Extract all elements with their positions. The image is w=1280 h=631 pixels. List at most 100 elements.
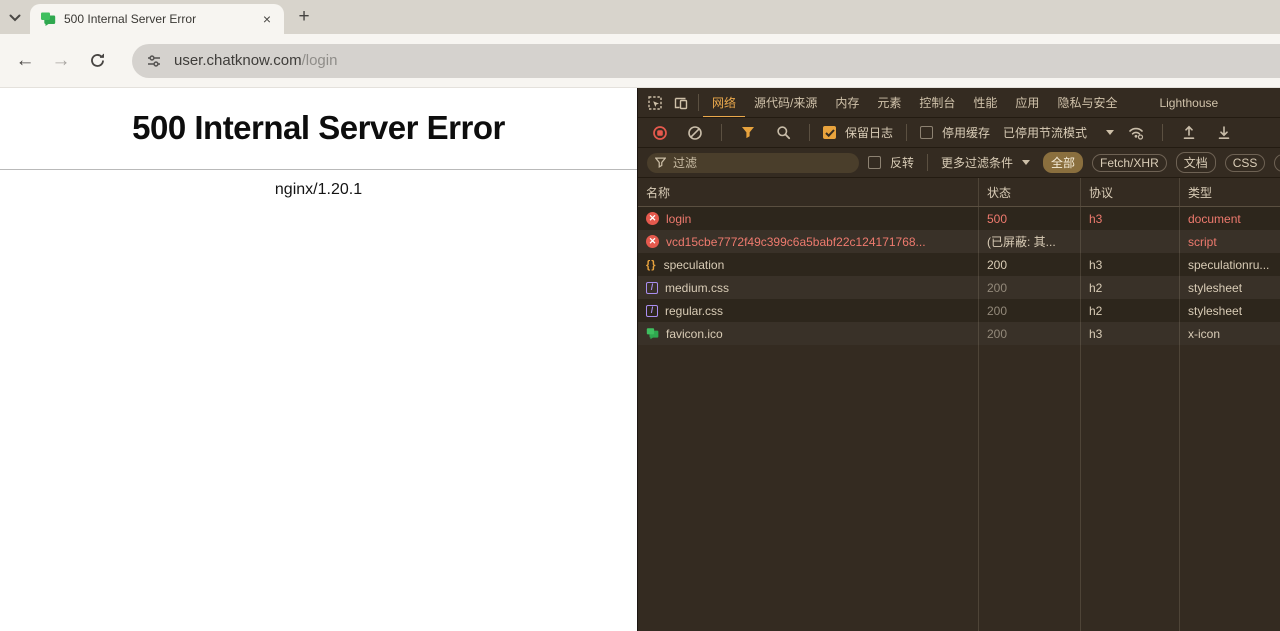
device-toolbar-button[interactable]: [668, 90, 694, 116]
server-version: nginx/1.20.1: [0, 181, 637, 199]
preserve-log-label[interactable]: 保留日志: [845, 124, 893, 141]
request-status: 200: [979, 276, 1081, 299]
stylesheet-icon: /: [646, 305, 658, 317]
column-header-name[interactable]: 名称: [638, 178, 979, 206]
table-row[interactable]: favicon.ico 200 h3 x-icon: [638, 322, 1280, 345]
devtools-tab-network[interactable]: 网络: [703, 88, 745, 118]
import-har-icon[interactable]: [1176, 120, 1202, 146]
chevron-down-icon[interactable]: [1106, 130, 1114, 135]
search-icon[interactable]: [770, 120, 796, 146]
devtools-tab-elements[interactable]: 元素: [868, 88, 910, 118]
disable-cache-checkbox[interactable]: [920, 126, 933, 139]
forward-button: →: [46, 46, 76, 76]
divider: [721, 124, 722, 141]
preserve-log-checkbox[interactable]: [823, 126, 836, 139]
divider: [906, 124, 907, 141]
request-name: medium.css: [665, 281, 729, 295]
network-filter-bar: 反转 更多过滤条件 全部 Fetch/XHR 文档 CSS JS: [638, 148, 1280, 178]
request-type: stylesheet: [1180, 276, 1280, 299]
tab-close-icon[interactable]: ×: [258, 10, 276, 28]
throttling-select[interactable]: 已停用节流模式: [1003, 124, 1087, 141]
favicon-icon: [646, 327, 659, 340]
filter-input[interactable]: [647, 153, 859, 173]
filter-pill-doc[interactable]: 文档: [1176, 152, 1216, 173]
tab-search-button[interactable]: [0, 3, 30, 33]
table-row[interactable]: {} speculation 200 h3 speculationru...: [638, 253, 1280, 276]
record-icon[interactable]: [647, 120, 673, 146]
filter-pill-fetch-xhr[interactable]: Fetch/XHR: [1092, 154, 1167, 172]
request-protocol: [1081, 230, 1180, 253]
inspect-element-button[interactable]: [642, 90, 668, 116]
request-type: speculationru...: [1180, 253, 1280, 276]
url-path: /login: [302, 52, 338, 69]
column-header-status[interactable]: 状态: [979, 178, 1081, 206]
invert-label[interactable]: 反转: [890, 154, 914, 171]
disable-cache-label[interactable]: 停用缓存: [942, 124, 990, 141]
table-empty-area: [638, 345, 1280, 631]
filter-pill-css[interactable]: CSS: [1225, 154, 1266, 172]
request-name: login: [666, 212, 691, 226]
more-filters-button[interactable]: 更多过滤条件: [941, 154, 1013, 171]
request-name: favicon.ico: [666, 327, 723, 341]
table-row[interactable]: ✕login 500 h3 document: [638, 207, 1280, 230]
url-bar[interactable]: user.chatknow.com/login: [132, 44, 1280, 78]
request-protocol: h2: [1081, 276, 1180, 299]
devtools-tab-performance[interactable]: 性能: [964, 88, 1006, 118]
divider: [809, 124, 810, 141]
request-type: stylesheet: [1180, 299, 1280, 322]
error-icon: ✕: [646, 212, 659, 225]
request-status: 200: [979, 253, 1081, 276]
web-page: 500 Internal Server Error nginx/1.20.1: [0, 88, 637, 631]
column-header-type[interactable]: 类型: [1180, 178, 1280, 206]
network-conditions-icon[interactable]: [1123, 120, 1149, 146]
chevron-down-icon[interactable]: [1022, 160, 1030, 165]
network-toolbar: 保留日志 停用缓存 已停用节流模式: [638, 118, 1280, 148]
request-protocol: h3: [1081, 207, 1180, 230]
filter-icon[interactable]: [735, 120, 761, 146]
request-type: x-icon: [1180, 322, 1280, 345]
new-tab-button[interactable]: +: [290, 3, 318, 31]
page-title: 500 Internal Server Error: [0, 109, 637, 147]
chevron-down-icon: [9, 14, 21, 22]
script-icon: {}: [646, 259, 657, 271]
divider: [0, 169, 637, 170]
request-status: 200: [979, 322, 1081, 345]
request-name: regular.css: [665, 304, 723, 318]
devtools-tab-lighthouse[interactable]: Lighthouse: [1150, 88, 1227, 118]
filter-funnel-icon: [655, 157, 666, 168]
browser-tab[interactable]: 500 Internal Server Error ×: [30, 4, 284, 34]
clear-icon[interactable]: [682, 120, 708, 146]
request-protocol: h3: [1081, 253, 1180, 276]
request-status: 500: [979, 207, 1081, 230]
devtools-tab-console[interactable]: 控制台: [910, 88, 964, 118]
request-name: vcd15cbe7772f49c399c6a5babf22c124171768.…: [666, 235, 926, 249]
table-row[interactable]: ✕vcd15cbe7772f49c399c6a5babf22c124171768…: [638, 230, 1280, 253]
devtools-panel: 网络 源代码/来源 内存 元素 控制台 性能 应用 隐私与安全 Lighthou…: [637, 88, 1280, 631]
table-row[interactable]: / medium.css 200 h2 stylesheet: [638, 276, 1280, 299]
filter-pill-all[interactable]: 全部: [1043, 152, 1083, 173]
request-status: 200: [979, 299, 1081, 322]
devtools-tab-privacy[interactable]: 隐私与安全: [1048, 88, 1126, 118]
site-settings-icon[interactable]: [141, 48, 167, 74]
request-table-header: 名称 状态 协议 类型: [638, 178, 1280, 207]
table-row[interactable]: / regular.css 200 h2 stylesheet: [638, 299, 1280, 322]
site-favicon-icon: [40, 11, 56, 27]
back-button[interactable]: ←: [10, 46, 40, 76]
url-domain: user.chatknow.com: [174, 52, 302, 69]
divider: [927, 154, 928, 171]
tab-title: 500 Internal Server Error: [64, 12, 258, 26]
reload-button[interactable]: [82, 46, 112, 76]
export-har-icon[interactable]: [1211, 120, 1237, 146]
devtools-tab-sources[interactable]: 源代码/来源: [745, 88, 826, 118]
invert-checkbox[interactable]: [868, 156, 881, 169]
stylesheet-icon: /: [646, 282, 658, 294]
request-name: speculation: [664, 258, 725, 272]
devtools-tab-memory[interactable]: 内存: [826, 88, 868, 118]
filter-pill-js[interactable]: JS: [1274, 154, 1280, 172]
devtools-tab-application[interactable]: 应用: [1006, 88, 1048, 118]
divider: [698, 94, 699, 111]
request-protocol: h2: [1081, 299, 1180, 322]
devtools-tab-bar: 网络 源代码/来源 内存 元素 控制台 性能 应用 隐私与安全 Lighthou…: [638, 88, 1280, 118]
column-header-protocol[interactable]: 协议: [1081, 178, 1180, 206]
request-status: (已屏蔽: 其...: [979, 230, 1081, 253]
